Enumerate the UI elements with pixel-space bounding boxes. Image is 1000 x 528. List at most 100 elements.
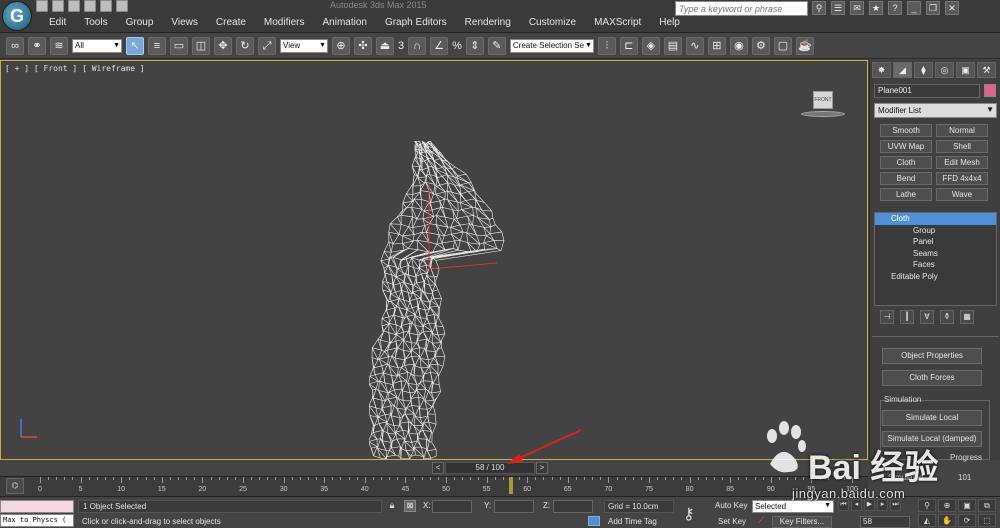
unlink-icon[interactable]: ⚭ xyxy=(28,36,46,55)
stack-item-cloth[interactable]: Cloth xyxy=(875,213,996,225)
modifier-button-smooth[interactable]: Smooth xyxy=(880,124,932,137)
modifier-button-uvw-map[interactable]: UVW Map xyxy=(880,140,932,153)
object-color-swatch[interactable] xyxy=(984,84,996,97)
set-key-filters-icon[interactable]: ⟋ xyxy=(754,515,768,527)
modifier-list-dropdown[interactable]: Modifier List xyxy=(874,103,997,118)
viewport-label[interactable]: [ + ] [ Front ] [ Wireframe ] xyxy=(5,64,145,73)
help-icon[interactable]: ? xyxy=(888,1,902,15)
save-file-icon[interactable] xyxy=(68,0,80,12)
frame-ruler[interactable]: 0 5 10 15 20 25 30 35 40 45 50 55 60 65 70 75 80 85 90 95 10… xyxy=(32,477,868,497)
rectangular-selection-icon[interactable]: ▭ xyxy=(170,36,188,55)
select-manipulate-icon[interactable]: ✣ xyxy=(354,36,372,55)
scale-icon[interactable]: ⤢ xyxy=(258,36,276,55)
mirror-icon[interactable]: ⫶ xyxy=(597,36,616,55)
favorites-icon[interactable]: ★ xyxy=(869,1,883,15)
motion-tab-icon[interactable]: ◎ xyxy=(935,62,954,78)
zoom-extents-icon[interactable]: ▣ xyxy=(958,499,976,512)
schematic-view-icon[interactable]: ⊞ xyxy=(707,36,726,55)
graphite-ribbon-icon[interactable]: ▤ xyxy=(663,36,682,55)
align-icon[interactable]: ⊏ xyxy=(619,36,638,55)
selection-lock-icon[interactable]: 🔒︎ xyxy=(386,500,398,512)
named-selection-set-dropdown[interactable]: Create Selection Se xyxy=(509,38,594,53)
modifier-button-bend[interactable]: Bend xyxy=(880,172,932,185)
material-editor-icon[interactable]: ◉ xyxy=(729,36,748,55)
rotate-icon[interactable]: ↻ xyxy=(236,36,254,55)
snap-magnet-icon[interactable]: ∩ xyxy=(408,36,427,55)
project-folder-icon[interactable] xyxy=(116,0,128,12)
hierarchy-tab-icon[interactable]: ⧫ xyxy=(914,62,933,78)
snap-toggle[interactable]: 3 xyxy=(398,40,404,52)
move-icon[interactable]: ✥ xyxy=(214,36,232,55)
current-frame-field[interactable]: 58 xyxy=(860,516,910,528)
modifier-button-edit-mesh[interactable]: Edit Mesh xyxy=(936,156,988,169)
percent-snap-toggle[interactable]: % xyxy=(452,40,462,52)
undo-icon[interactable] xyxy=(84,0,96,12)
window-crossing-icon[interactable]: ◫ xyxy=(192,36,210,55)
modifier-button-ffd[interactable]: FFD 4x4x4 xyxy=(936,172,988,185)
menu-graph-editors[interactable]: Graph Editors xyxy=(376,16,456,30)
render-production-icon[interactable]: ☕ xyxy=(795,36,814,55)
stack-item-panel[interactable]: Panel xyxy=(875,236,996,248)
search-input[interactable]: Type a keyword or phrase xyxy=(675,1,808,16)
edit-named-selection-icon[interactable]: ✎ xyxy=(487,36,506,55)
create-tab-icon[interactable]: ✸ xyxy=(872,62,891,78)
angle-snap-icon[interactable]: ∠ xyxy=(430,36,449,55)
modifier-button-cloth[interactable]: Cloth xyxy=(880,156,932,169)
track-bar[interactable]: ⌬ 0 5 10 15 20 25 30 35 40 45 50 55 60 65 70 75 80 85 90 95… xyxy=(0,476,868,496)
object-name-field[interactable]: Plane001 xyxy=(874,84,980,98)
show-end-result-icon[interactable]: ┃ xyxy=(900,310,914,324)
stack-item-group[interactable]: Group xyxy=(875,225,996,237)
make-unique-icon[interactable]: ∀ xyxy=(920,310,934,324)
bind-space-warp-icon[interactable]: ≋ xyxy=(50,36,68,55)
cloth-forces-button[interactable]: Cloth Forces xyxy=(882,370,982,386)
menu-tools[interactable]: Tools xyxy=(75,16,116,30)
current-time-marker[interactable] xyxy=(508,477,513,494)
communication-icon[interactable]: ✉ xyxy=(850,1,864,15)
key-mode-dropdown[interactable]: Selected xyxy=(752,500,834,513)
cloth-wireframe-mesh[interactable] xyxy=(369,141,509,461)
modifier-button-wave[interactable]: Wave xyxy=(936,188,988,201)
menu-help[interactable]: Help xyxy=(650,16,689,30)
modifier-button-lathe[interactable]: Lathe xyxy=(880,188,932,201)
maxscript-listener-mini[interactable] xyxy=(0,500,74,513)
menu-customize[interactable]: Customize xyxy=(520,16,585,30)
key-filters-button[interactable]: Key Filters... xyxy=(772,516,832,528)
minimize-icon[interactable]: _ xyxy=(907,1,921,15)
curve-editor-icon[interactable]: ∿ xyxy=(685,36,704,55)
select-by-name-icon[interactable]: ≡ xyxy=(148,36,166,55)
open-file-icon[interactable] xyxy=(52,0,64,12)
rendered-frame-window-icon[interactable]: ▢ xyxy=(773,36,792,55)
zoom-all-icon[interactable]: ⊕ xyxy=(938,499,956,512)
set-key-button[interactable]: Set Key xyxy=(718,517,746,526)
pivot-center-icon[interactable]: ⊕ xyxy=(332,36,350,55)
keyboard-shortcut-override-icon[interactable]: ⏏ xyxy=(376,36,394,55)
time-tag-icon[interactable] xyxy=(588,516,600,526)
stack-item-faces[interactable]: Faces xyxy=(875,259,996,271)
pin-stack-icon[interactable]: ⊣ xyxy=(880,310,894,324)
remove-modifier-icon[interactable]: ⚱ xyxy=(940,310,954,324)
viewcube-ring[interactable] xyxy=(801,111,845,117)
absolute-mode-icon[interactable]: ⊠ xyxy=(404,500,416,512)
orbit-icon[interactable]: ⟳ xyxy=(958,514,976,527)
subscription-icon[interactable]: ☰ xyxy=(831,1,845,15)
key-icon[interactable]: ⚷ xyxy=(683,504,695,524)
menu-views[interactable]: Views xyxy=(162,16,207,30)
restore-icon[interactable]: ❐ xyxy=(926,1,940,15)
menu-animation[interactable]: Animation xyxy=(313,16,375,30)
selection-filter-dropdown[interactable]: All xyxy=(72,38,122,53)
open-mini-curve-editor-icon[interactable]: ⌬ xyxy=(6,478,24,494)
menu-rendering[interactable]: Rendering xyxy=(456,16,520,30)
layer-manager-icon[interactable]: ◈ xyxy=(641,36,660,55)
auto-key-button[interactable]: Auto Key xyxy=(715,501,747,510)
object-properties-button[interactable]: Object Properties xyxy=(882,348,982,364)
spinner-snap-icon[interactable]: ⇕ xyxy=(465,36,484,55)
menu-modifiers[interactable]: Modifiers xyxy=(255,16,314,30)
app-logo-icon[interactable]: G xyxy=(2,1,32,31)
front-viewport[interactable]: [ + ] [ Front ] [ Wireframe ] FRONT xyxy=(0,60,868,460)
stack-item-seams[interactable]: Seams xyxy=(875,248,996,260)
configure-modifier-sets-icon[interactable]: ▦ xyxy=(960,310,974,324)
field-of-view-icon[interactable]: ◭ xyxy=(918,514,936,527)
z-coord-field[interactable] xyxy=(553,500,593,513)
y-coord-field[interactable] xyxy=(494,500,534,513)
simulate-local-button[interactable]: Simulate Local xyxy=(882,410,982,426)
